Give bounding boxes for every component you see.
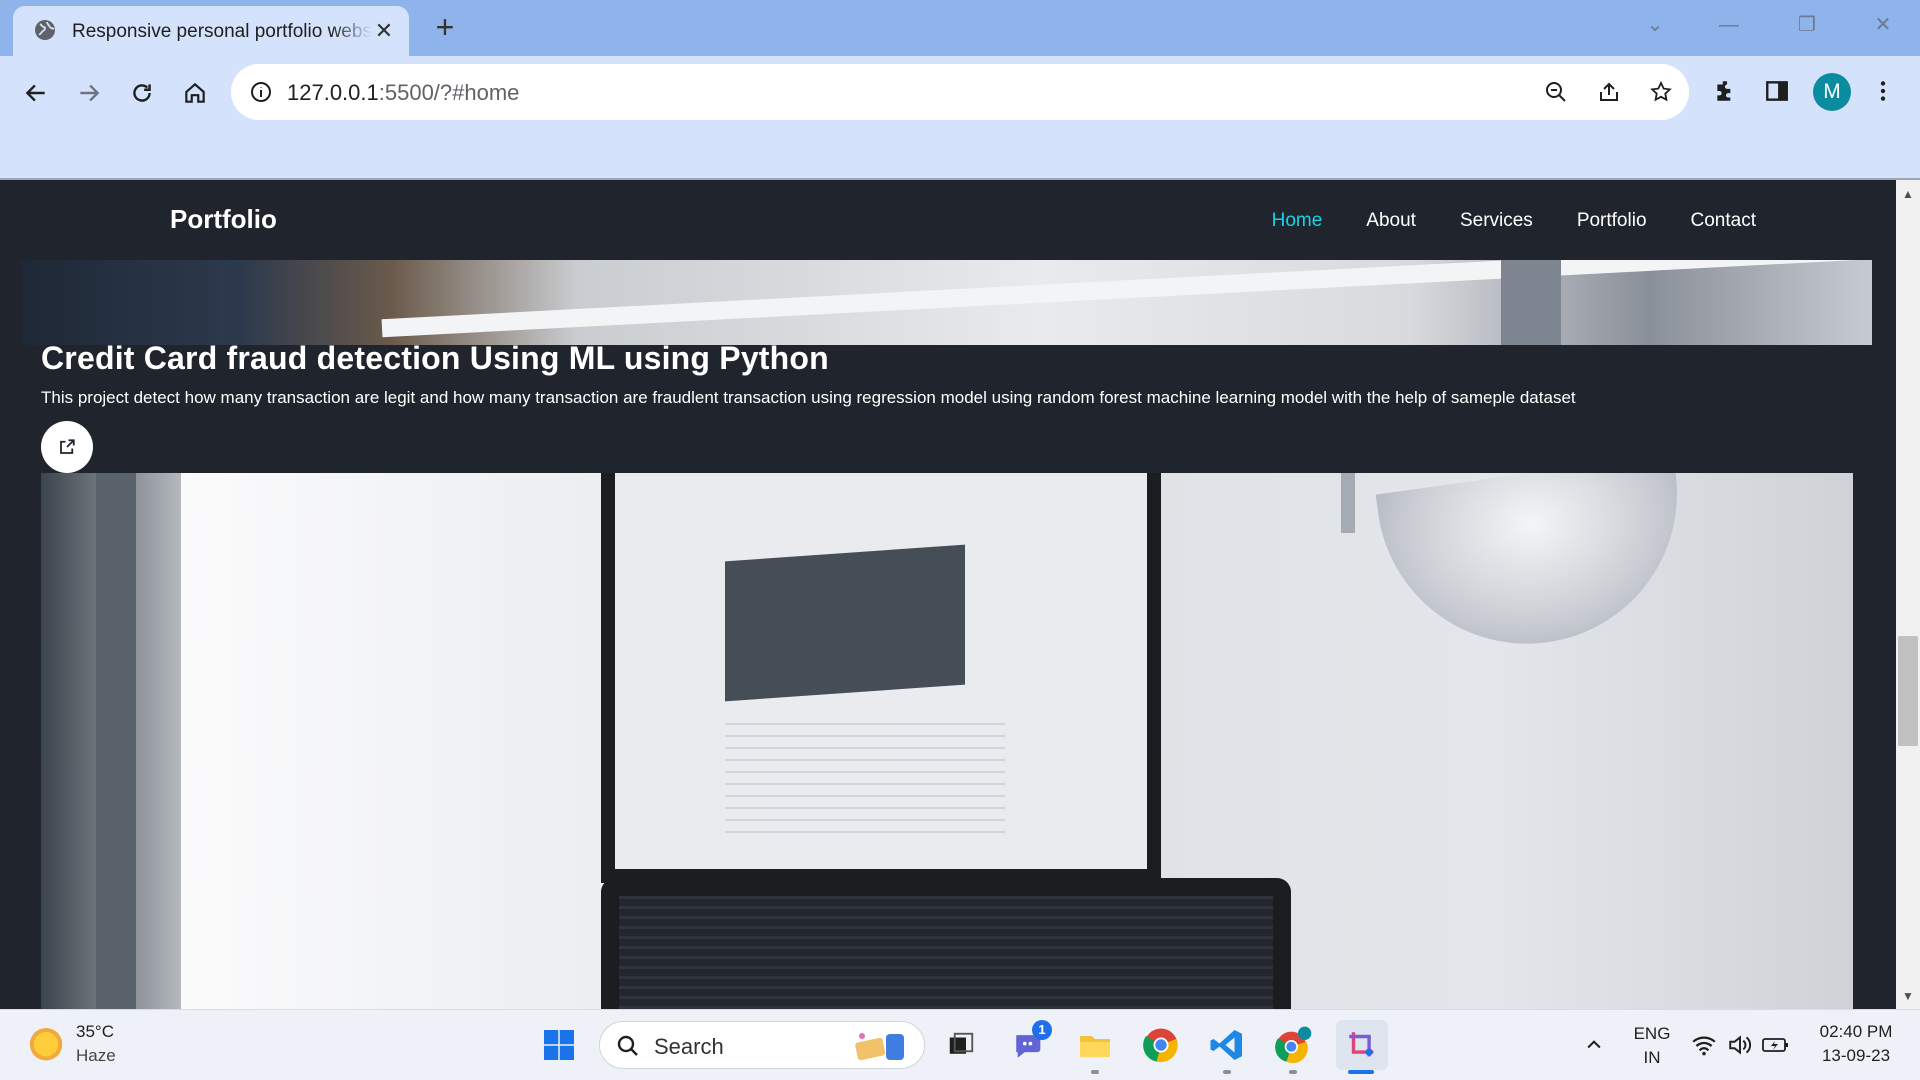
image-detail [1341, 473, 1355, 533]
menu-kebab-icon[interactable] [1864, 72, 1902, 110]
project-image-workspace [41, 473, 1853, 1009]
scrollbar-thumb[interactable] [1898, 636, 1918, 746]
home-button[interactable] [176, 74, 214, 112]
globe-icon [35, 20, 55, 40]
search-highlight-icon [855, 1033, 904, 1061]
clock-date[interactable]: 13-09-23 [1806, 1046, 1906, 1066]
taskbar-search[interactable]: Search [599, 1021, 925, 1069]
forward-arrow-icon [80, 84, 100, 102]
back-arrow-icon [25, 84, 45, 102]
tab-strip: Responsive personal portfolio website ✕ … [0, 0, 1920, 56]
file-explorer-icon[interactable] [1074, 1024, 1116, 1066]
windows-logo-icon [544, 1030, 574, 1060]
site-nav: Home About Services Portfolio Contact [1272, 210, 1756, 232]
app-running-indicator [1289, 1070, 1297, 1074]
nav-home[interactable]: Home [1272, 210, 1323, 232]
volume-icon[interactable] [1722, 1024, 1758, 1066]
url-text[interactable]: 127.0.0.1:5500/?#home [287, 80, 519, 106]
profile-avatar[interactable]: M [1813, 73, 1851, 111]
bookmark-star-icon[interactable] [1646, 77, 1676, 107]
tab-close-icon[interactable]: ✕ [373, 20, 395, 42]
chrome-profile-icon[interactable] [1272, 1024, 1314, 1066]
new-tab-button[interactable]: + [430, 11, 460, 43]
laptop-image-detail [601, 878, 1291, 1009]
share-icon[interactable] [1594, 77, 1624, 107]
browser-toolbar: 127.0.0.1:5500/?#home M [0, 56, 1920, 180]
scroll-down-icon[interactable]: ▼ [1900, 988, 1916, 1004]
image-detail [96, 473, 136, 1009]
minimize-icon[interactable]: — [1714, 10, 1744, 40]
web-page: Portfolio Home About Services Portfolio … [0, 180, 1896, 1009]
url-host: 127.0.0.1 [287, 80, 379, 105]
site-info-icon[interactable] [249, 80, 273, 104]
nav-contact[interactable]: Contact [1691, 210, 1756, 232]
external-link-icon [60, 439, 75, 454]
browser-tab[interactable]: Responsive personal portfolio website ✕ [13, 6, 409, 56]
chrome-icon[interactable] [1140, 1024, 1182, 1066]
app-running-indicator [1223, 1070, 1231, 1074]
nav-portfolio[interactable]: Portfolio [1577, 210, 1647, 232]
weather-sun-icon[interactable] [28, 1028, 64, 1064]
project-title: Credit Card fraud detection Using ML usi… [41, 340, 829, 376]
weather-temperature[interactable]: 35°C [76, 1022, 114, 1042]
tab-search-icon[interactable]: ⌄ [1640, 10, 1670, 40]
lamp-image-detail [1375, 473, 1697, 664]
task-view-icon[interactable] [940, 1024, 982, 1066]
image-detail [1501, 260, 1561, 345]
reload-button[interactable] [123, 74, 161, 112]
address-bar[interactable]: 127.0.0.1:5500/?#home [231, 64, 1689, 120]
search-icon [617, 1035, 638, 1056]
project-description: This project detect how many transaction… [41, 388, 1576, 407]
project-image-top [21, 260, 1872, 345]
zoom-icon[interactable] [1541, 77, 1571, 107]
start-button[interactable] [538, 1024, 580, 1066]
restore-icon[interactable]: ❐ [1792, 10, 1822, 40]
clock-time[interactable]: 02:40 PM [1806, 1022, 1906, 1042]
forward-button[interactable] [70, 74, 108, 112]
chat-notification-badge: 1 [1032, 1020, 1052, 1040]
show-hidden-icons-chevron-icon[interactable] [1572, 1024, 1616, 1066]
vscode-icon[interactable] [1206, 1024, 1248, 1066]
home-icon [185, 82, 205, 103]
back-button[interactable] [17, 74, 55, 112]
language-indicator[interactable]: ENG [1630, 1024, 1674, 1044]
site-header: Portfolio Home About Services Portfolio … [0, 180, 1896, 260]
reload-icon [133, 84, 151, 102]
nav-services[interactable]: Services [1460, 210, 1533, 232]
windows-taskbar: 35°C Haze Search 1 ENG IN 02:40 PM 13-09… [0, 1009, 1920, 1080]
scroll-up-icon[interactable]: ▲ [1900, 186, 1916, 202]
nav-about[interactable]: About [1366, 210, 1416, 232]
extensions-icon[interactable] [1707, 72, 1745, 110]
weather-condition[interactable]: Haze [76, 1046, 116, 1066]
image-detail [725, 723, 1005, 843]
site-logo[interactable]: Portfolio [170, 204, 277, 235]
battery-charging-icon[interactable] [1758, 1024, 1794, 1066]
image-detail [725, 544, 965, 702]
image-detail [619, 896, 1273, 1009]
image-detail [181, 473, 521, 1009]
side-panel-icon[interactable] [1758, 72, 1796, 110]
project-link-button[interactable] [41, 421, 93, 473]
app-running-indicator [1091, 1070, 1099, 1074]
monitor-image-detail [601, 473, 1161, 883]
snipping-tool-icon[interactable] [1336, 1020, 1388, 1070]
region-indicator[interactable]: IN [1630, 1048, 1674, 1068]
app-active-indicator [1348, 1070, 1374, 1074]
close-window-icon[interactable]: ✕ [1868, 10, 1898, 40]
tab-title: Responsive personal portfolio website [72, 21, 372, 43]
search-label: Search [654, 1034, 724, 1059]
wifi-icon[interactable] [1686, 1024, 1722, 1066]
url-path: :5500/?#home [378, 80, 520, 105]
image-detail [381, 260, 1872, 338]
page-scrollbar[interactable] [1896, 180, 1920, 1009]
